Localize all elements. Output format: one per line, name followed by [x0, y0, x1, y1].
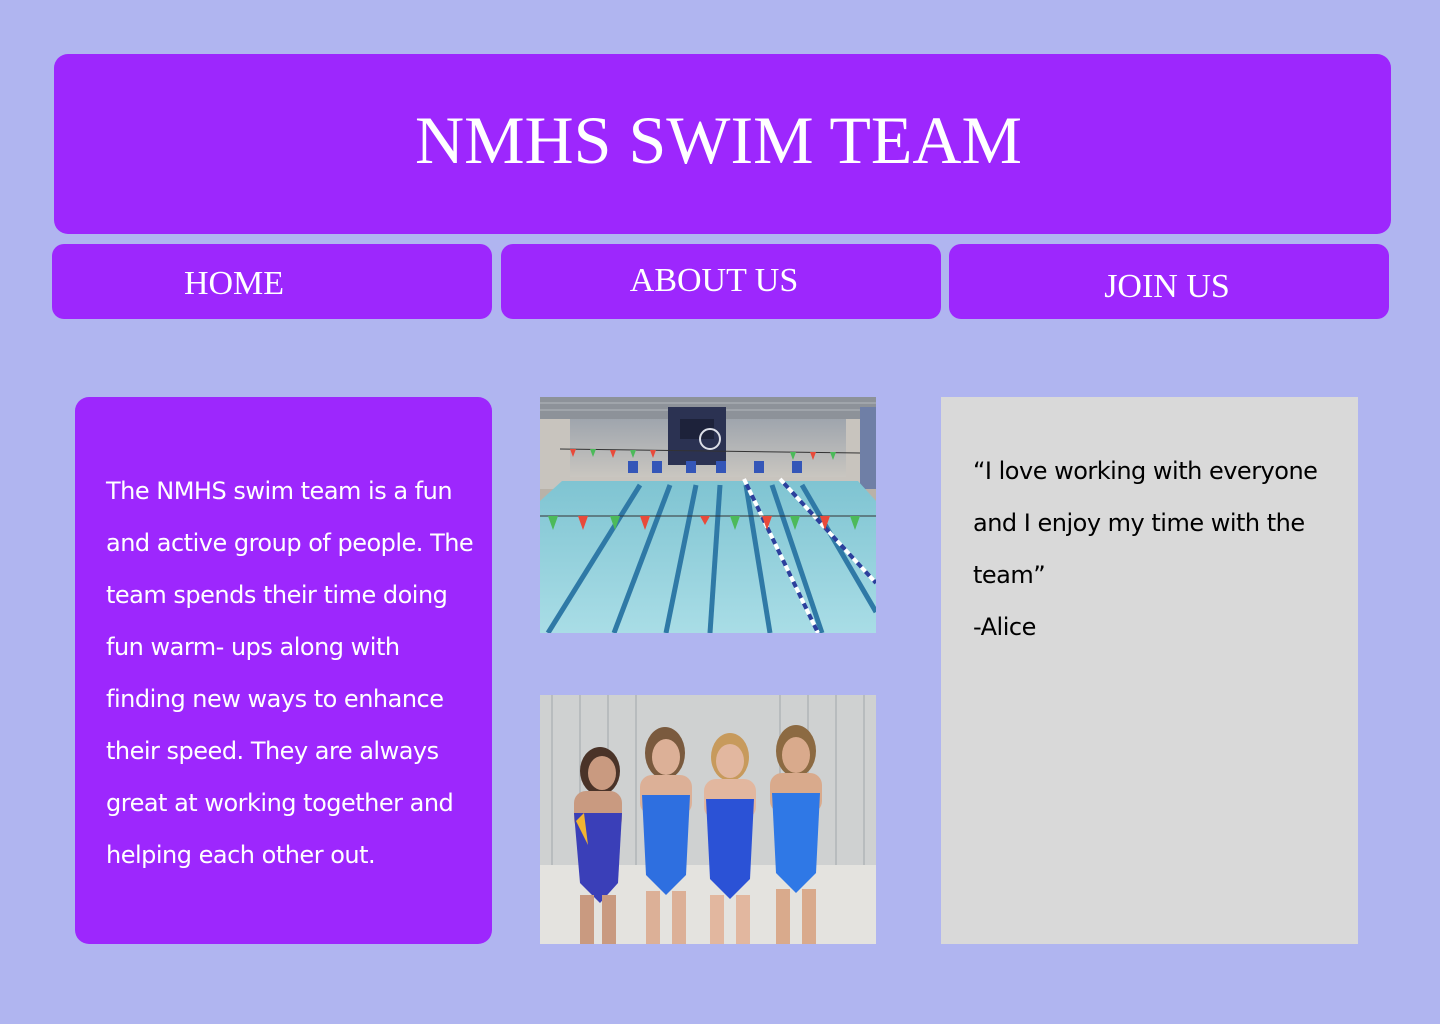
- team-photo: [540, 695, 876, 944]
- nav-join-label: JOIN US: [1104, 267, 1230, 305]
- nav-about-button[interactable]: ABOUT US: [501, 244, 941, 319]
- testimonial-box: “I love working with everyone and I enjo…: [941, 397, 1358, 944]
- testimonial-text: “I love working with everyone and I enjo…: [973, 457, 1318, 589]
- nav-about-label: ABOUT US: [629, 261, 799, 299]
- testimonial-author: -Alice: [973, 613, 1036, 641]
- about-text-box: The NMHS swim team is a fun and active g…: [75, 397, 492, 944]
- pool-photo: [540, 397, 876, 633]
- site-header: NMHS SWIM TEAM: [54, 54, 1391, 234]
- site-title: NMHS SWIM TEAM: [414, 101, 1023, 178]
- nav-home-label: HOME: [183, 264, 285, 302]
- nav-home-button[interactable]: HOME: [52, 244, 492, 319]
- nav-join-button[interactable]: JOIN US: [949, 244, 1389, 319]
- about-text: The NMHS swim team is a fun and active g…: [106, 477, 474, 869]
